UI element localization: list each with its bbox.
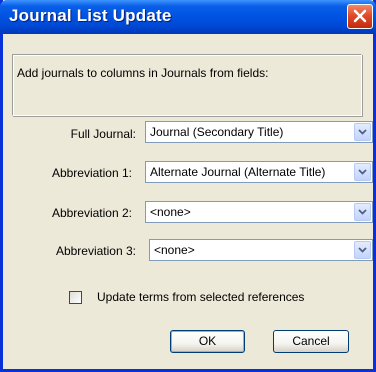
full-journal-label: Full Journal:: [70, 127, 136, 141]
update-terms-checkbox[interactable]: [69, 291, 82, 304]
description-text: Add journals to columns in Journals from…: [17, 66, 269, 80]
window-title: Journal List Update: [9, 6, 172, 25]
abbreviation-1-value: Alternate Journal (Alternate Title): [150, 165, 326, 179]
journal-list-update-dialog: Journal List Update Add journals to colu…: [0, 0, 376, 372]
ok-button[interactable]: OK: [170, 330, 245, 353]
abbreviation-1-label: Abbreviation 1:: [51, 166, 132, 180]
chevron-down-icon: [358, 209, 367, 215]
abbreviation-3-dropdown-button[interactable]: [354, 241, 371, 259]
chevron-down-icon: [358, 169, 367, 175]
abbreviation-1-dropdown-button[interactable]: [354, 163, 371, 181]
description-panel: Add journals to columns in Journals from…: [12, 54, 362, 116]
full-journal-dropdown-button[interactable]: [354, 123, 371, 141]
abbreviation-3-value: <none>: [154, 243, 195, 257]
abbreviation-2-label: Abbreviation 2:: [51, 206, 132, 220]
close-icon: [353, 9, 367, 23]
chevron-down-icon: [358, 247, 367, 253]
title-bar[interactable]: Journal List Update: [0, 0, 376, 34]
full-journal-value: Journal (Secondary Title): [150, 125, 284, 139]
chevron-down-icon: [358, 129, 367, 135]
full-journal-select[interactable]: Journal (Secondary Title): [145, 121, 373, 143]
abbreviation-2-value: <none>: [150, 205, 191, 219]
close-button[interactable]: [347, 4, 373, 29]
update-terms-label[interactable]: Update terms from selected references: [97, 290, 304, 304]
abbreviation-3-label: Abbreviation 3:: [55, 244, 136, 258]
abbreviation-3-select[interactable]: <none>: [149, 239, 373, 261]
abbreviation-1-select[interactable]: Alternate Journal (Alternate Title): [145, 161, 373, 183]
abbreviation-2-select[interactable]: <none>: [145, 201, 373, 223]
cancel-button[interactable]: Cancel: [273, 330, 349, 353]
abbreviation-2-dropdown-button[interactable]: [354, 203, 371, 221]
